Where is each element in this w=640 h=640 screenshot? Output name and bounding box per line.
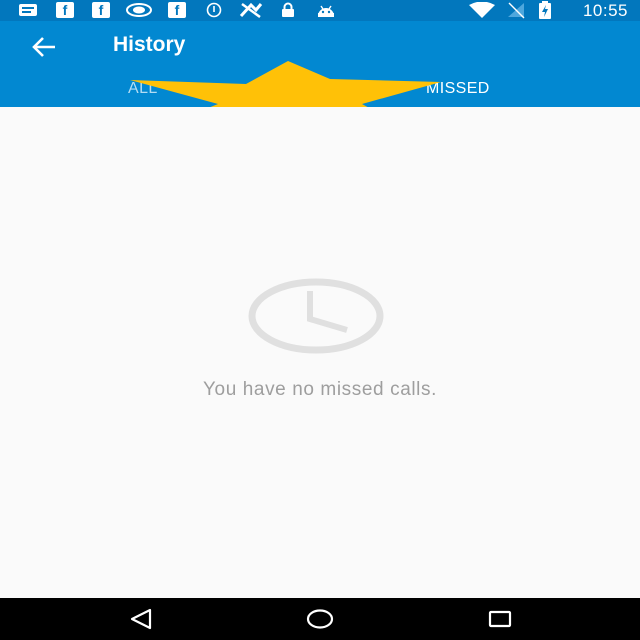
home-circle-icon [306,609,334,629]
clock-icon [248,278,384,354]
battery-charging-icon [538,1,552,19]
call-history-content: You have no missed calls. [0,107,640,598]
facebook-icon: f [92,2,110,18]
arrow-back-icon [32,37,55,57]
android-icon [316,2,336,18]
wifi-icon [468,2,496,18]
facebook-icon: f [168,2,186,18]
no-sim-icon [506,2,526,19]
recents-square-icon [488,610,512,628]
facebook-icon: f [56,2,74,18]
message-icon [18,2,38,18]
nav-recents-button[interactable] [486,606,514,632]
nav-back-button[interactable] [127,606,155,632]
status-bar: f f f 10:55 [0,0,640,21]
data-saver-icon [205,2,223,18]
page-title: History [113,33,186,56]
nav-home-button[interactable] [306,606,334,632]
lock-icon [280,2,296,18]
back-triangle-icon [130,608,152,630]
status-time: 10:55 [582,1,628,20]
nvidia-icon [126,2,152,18]
no-signal-icon [238,2,264,19]
navigation-bar [0,598,640,640]
empty-state-message: You have no missed calls. [203,379,437,400]
back-button[interactable] [28,33,60,61]
